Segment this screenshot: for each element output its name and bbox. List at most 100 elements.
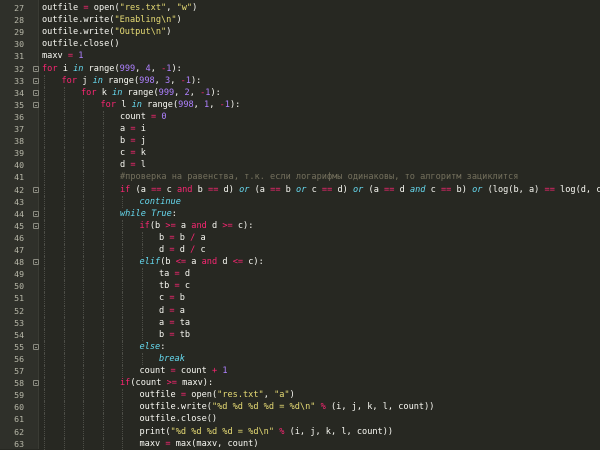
- indent-guide: [44, 365, 45, 378]
- indent-guide: [102, 195, 104, 208]
- code-line[interactable]: elif(b <= a and d <= c):: [140, 256, 264, 268]
- code-token: ): [192, 3, 198, 13]
- line-number: 27: [14, 3, 24, 13]
- line-number: 62: [14, 426, 24, 437]
- code-line[interactable]: count = count + 1: [140, 365, 228, 377]
- code-token: a: [159, 317, 170, 328]
- code-line[interactable]: for i in range(999, 4, -1):: [42, 63, 182, 75]
- indent-guide: [102, 413, 104, 426]
- code-line[interactable]: d = d / c: [159, 244, 206, 256]
- line-number: 48: [14, 257, 24, 268]
- code-token: 1: [78, 51, 84, 62]
- indent-guide: [44, 292, 45, 305]
- code-line[interactable]: c = b: [159, 292, 185, 304]
- code-line[interactable]: d = a: [159, 305, 185, 317]
- code-line[interactable]: for l in range(998, 1, -1):: [101, 99, 241, 111]
- code-line[interactable]: outfile.write("Enabling\n"): [42, 14, 182, 26]
- code-line[interactable]: outfile = open("res.txt", "w"): [42, 2, 197, 14]
- fold-toggle-icon[interactable]: [33, 259, 39, 266]
- code-line[interactable]: a = i: [120, 123, 146, 135]
- code-line[interactable]: #проверка на равенства, т.к. если логари…: [120, 171, 518, 183]
- fold-toggle-icon[interactable]: [33, 65, 39, 72]
- code-token: c):: [243, 257, 264, 268]
- indent-guide: [44, 316, 45, 329]
- indent-guide: [122, 328, 123, 341]
- code-line[interactable]: count = 0: [120, 111, 167, 123]
- indent-guide: [102, 401, 104, 414]
- code-line[interactable]: outfile = open("res.txt", "a"): [140, 389, 295, 401]
- fold-toggle-icon[interactable]: [33, 343, 39, 350]
- indent-guide: [63, 389, 65, 402]
- code-line[interactable]: outfile.close(): [140, 413, 218, 425]
- code-line[interactable]: if(b >= a and d >= c):: [140, 220, 254, 232]
- fold-toggle-icon[interactable]: [33, 222, 39, 229]
- indent-guide: [102, 171, 104, 184]
- indent-guide: [83, 413, 84, 426]
- code-line[interactable]: ta = d: [159, 268, 190, 280]
- code-token: (a: [363, 184, 385, 195]
- code-line[interactable]: maxv = max(maxv, count): [140, 438, 259, 450]
- code-line[interactable]: else:: [140, 341, 166, 353]
- fold-toggle-icon[interactable]: [33, 210, 39, 217]
- code-area[interactable]: outfile = open("res.txt", "w") outfile.wr…: [40, 0, 600, 450]
- line-number: 31: [14, 51, 24, 62]
- code-line[interactable]: d = l: [120, 159, 146, 171]
- code-line[interactable]: a = ta: [159, 317, 190, 329]
- code-editor[interactable]: outfile = open("res.txt", "w") outfile.wr…: [0, 0, 600, 450]
- code-line[interactable]: if(count >= maxv):: [120, 377, 213, 389]
- code-line[interactable]: while True:: [120, 208, 177, 220]
- code-line[interactable]: b = j: [120, 135, 146, 147]
- code-token: b): [451, 184, 473, 195]
- code-line[interactable]: outfile.close(): [42, 38, 120, 50]
- indent-guide: [63, 207, 65, 220]
- line-number: 47: [14, 245, 24, 255]
- code-line[interactable]: for k in range(999, 2, -1):: [81, 87, 221, 99]
- fold-toggle-icon[interactable]: [33, 89, 39, 96]
- code-line[interactable]: continue: [140, 196, 181, 208]
- code-line[interactable]: for j in range(998, 3, -1):: [62, 75, 202, 87]
- code-line[interactable]: c = k: [120, 147, 146, 159]
- indent-guide: [63, 123, 65, 136]
- line-number: 40: [14, 160, 24, 171]
- fold-toggle-icon[interactable]: [33, 186, 39, 193]
- code-line[interactable]: maxv = 1: [42, 50, 83, 62]
- code-line[interactable]: b = b / a: [159, 232, 206, 244]
- indent-guide: [63, 304, 65, 317]
- indent-guide: [102, 365, 104, 378]
- code-token: outfile: [42, 3, 84, 13]
- fold-toggle-icon[interactable]: [33, 380, 39, 387]
- code-line[interactable]: break: [159, 353, 185, 365]
- code-token: ,: [263, 390, 275, 401]
- code-token: c: [179, 281, 191, 292]
- code-token: log(d, c)):: [560, 184, 600, 195]
- code-line[interactable]: outfile.write("Output\n"): [42, 26, 171, 38]
- indent-guide: [83, 98, 84, 111]
- indent-guide: [83, 183, 84, 196]
- code-token: for: [42, 63, 58, 74]
- indent-guide: [44, 207, 45, 220]
- code-token: ,: [170, 75, 181, 86]
- fold-toggle-icon[interactable]: [33, 101, 39, 108]
- code-token: and: [201, 257, 218, 268]
- code-token: maxv):: [176, 378, 214, 389]
- indent-guide: [83, 377, 84, 390]
- code-token: "Output\n": [114, 27, 167, 38]
- indent-guide: [83, 256, 84, 269]
- indent-guide: [44, 401, 45, 414]
- code-token: outfile.close(): [139, 414, 218, 425]
- code-line[interactable]: outfile.write("%d %d %d %d = %d\n" % (i,…: [140, 401, 435, 413]
- code-token: "w": [176, 3, 193, 13]
- indent-guide: [83, 135, 84, 148]
- code-line[interactable]: print("%d %d %d %d = %d\n" % (i, j, k, l…: [140, 426, 394, 438]
- line-number: 39: [14, 148, 24, 159]
- indent-guide: [122, 268, 123, 281]
- code-token: c: [195, 245, 206, 255]
- code-line[interactable]: if (a == c and b == d) or (a == b or c =…: [120, 184, 600, 196]
- code-line[interactable]: tb = c: [159, 280, 190, 292]
- line-number: 63: [14, 438, 24, 449]
- code-token: >=: [165, 220, 176, 231]
- fold-toggle-icon[interactable]: [33, 77, 39, 84]
- code-line[interactable]: b = tb: [159, 329, 190, 341]
- indent-guide: [44, 425, 45, 438]
- code-token: outfile.write(: [139, 402, 212, 413]
